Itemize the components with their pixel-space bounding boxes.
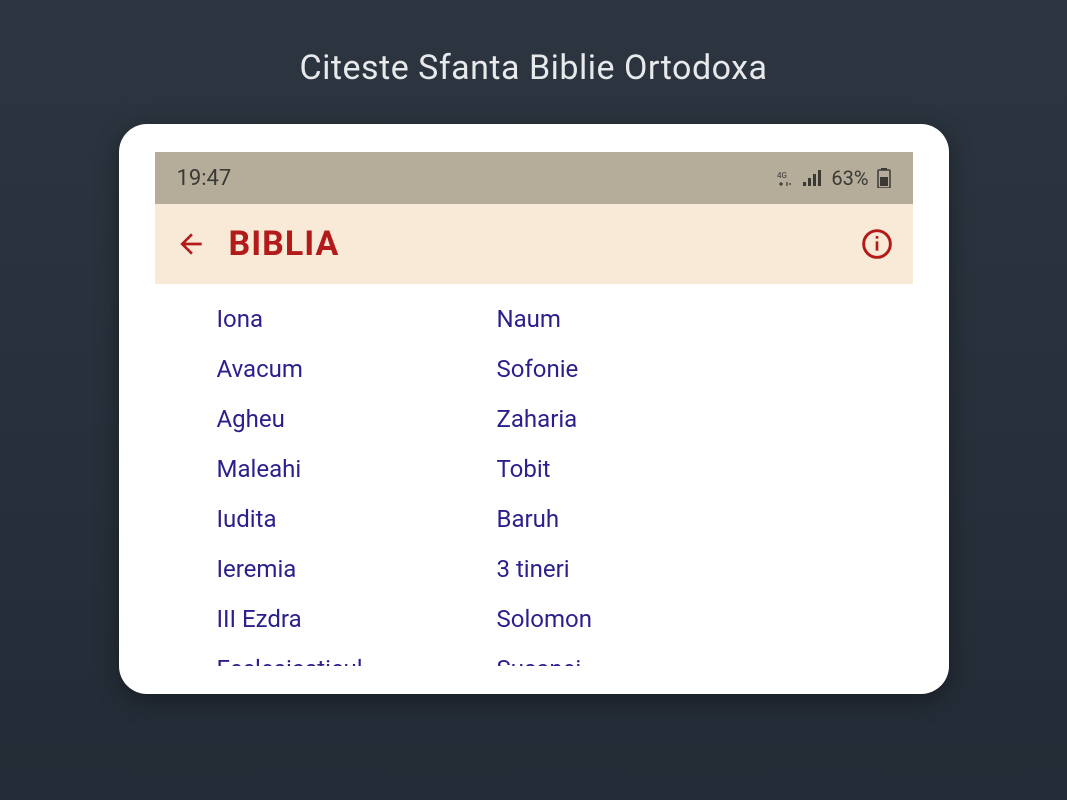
info-icon[interactable] [861, 228, 893, 260]
book-item[interactable]: Ieremia [217, 544, 497, 594]
book-column-2: Naum Sofonie Zaharia Tobit Baruh 3 tiner… [497, 294, 777, 666]
status-right: 4G 63% [777, 166, 890, 190]
network-4g-icon: 4G [777, 170, 795, 186]
book-item[interactable]: Sofonie [497, 344, 777, 394]
back-icon[interactable] [175, 228, 207, 260]
signal-icon [803, 170, 823, 186]
book-item[interactable]: Tobit [497, 444, 777, 494]
book-item[interactable]: Iudita [217, 494, 497, 544]
book-item[interactable]: Avacum [217, 344, 497, 394]
book-item[interactable]: Solomon [497, 594, 777, 644]
status-bar: 19:47 4G 63% [155, 152, 913, 204]
book-item[interactable]: Baruh [497, 494, 777, 544]
book-item[interactable]: Maleahi [217, 444, 497, 494]
book-item[interactable]: Agheu [217, 394, 497, 444]
book-item[interactable]: Zaharia [497, 394, 777, 444]
battery-text: 63% [831, 166, 868, 190]
book-item[interactable]: 3 tineri [497, 544, 777, 594]
book-item[interactable]: Ecclesiasticul [217, 644, 497, 666]
svg-text:4G: 4G [777, 171, 787, 180]
app-bar: BIBLIA [155, 204, 913, 284]
book-item[interactable]: III Ezdra [217, 594, 497, 644]
app-title: BIBLIA [229, 224, 340, 264]
battery-icon [877, 168, 891, 188]
book-item[interactable]: Naum [497, 294, 777, 344]
book-column-1: Iona Avacum Agheu Maleahi Iudita Ieremia… [217, 294, 497, 666]
book-item[interactable]: Iona [217, 294, 497, 344]
tablet-frame: 19:47 4G 63% [119, 124, 949, 694]
page-title: Citeste Sfanta Biblie Ortodoxa [299, 48, 767, 88]
book-item[interactable]: Susanei [497, 644, 777, 666]
book-list: Iona Avacum Agheu Maleahi Iudita Ieremia… [155, 284, 913, 666]
screen: 19:47 4G 63% [155, 152, 913, 666]
status-time: 19:47 [177, 166, 232, 191]
